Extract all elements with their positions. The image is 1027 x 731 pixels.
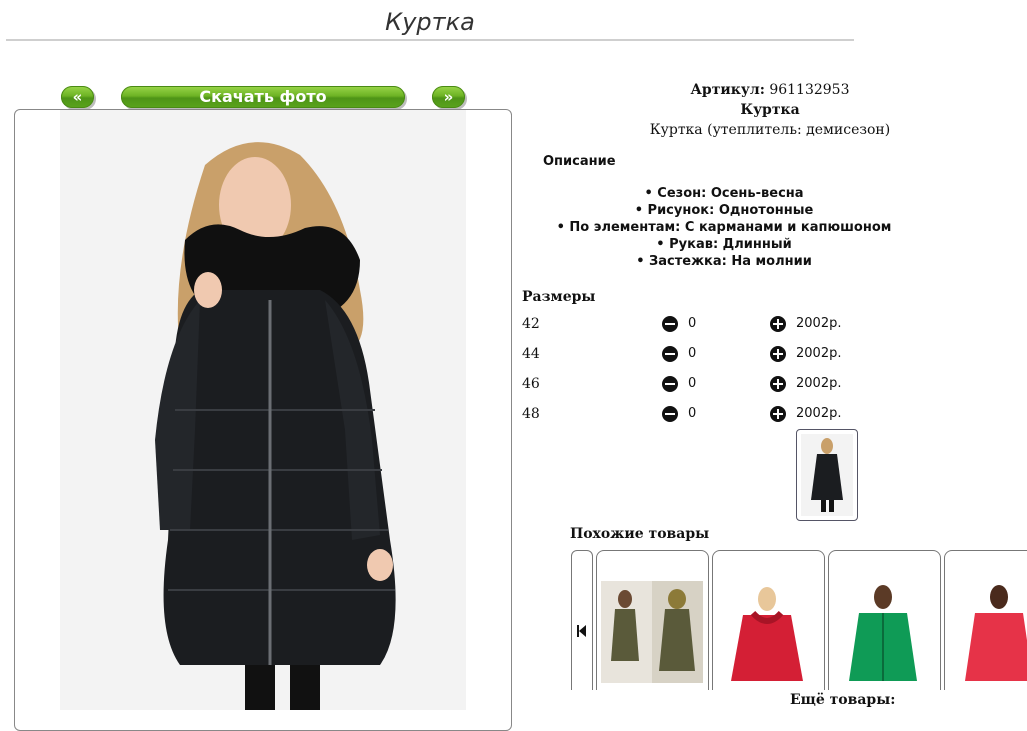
similar-products-carousel	[571, 550, 1027, 690]
feature-item: • Рукав: Длинный	[656, 237, 792, 252]
quantity-value: 0	[688, 316, 697, 331]
feature-item: • Сезон: Осень-весна	[644, 186, 804, 201]
article-line: Артикул: 961132953	[520, 82, 1020, 98]
size-value: 42	[522, 316, 540, 332]
size-value: 46	[522, 376, 540, 392]
article-label: Артикул:	[690, 82, 765, 98]
similar-products-heading: Похожие товары	[570, 526, 710, 542]
similar-product-card[interactable]	[712, 550, 825, 690]
sizes-heading: Размеры	[522, 289, 596, 305]
size-row: 46 0 2002р.	[522, 376, 922, 396]
thumbnail-black-coat-image	[801, 434, 853, 516]
feature-item: • Застежка: На молнии	[636, 254, 812, 269]
quantity-value: 0	[688, 346, 697, 361]
photo-thumbnail[interactable]	[796, 429, 858, 521]
quantity-value: 0	[688, 406, 697, 421]
model-in-black-coat-image	[60, 110, 466, 710]
size-value: 48	[522, 406, 540, 422]
product-short-description: Куртка (утеплитель: демисезон)	[649, 122, 891, 138]
minus-circle-icon[interactable]	[662, 316, 678, 332]
feature-item: • По элементам: С карманами и капюшоном	[556, 220, 892, 235]
more-goods-label: Ещё товары:	[790, 692, 896, 708]
feature-item: • Рисунок: Однотонные	[634, 203, 814, 218]
carousel-first-button[interactable]	[571, 550, 593, 690]
product-name: Куртка	[740, 102, 800, 118]
size-row: 42 0 2002р.	[522, 316, 922, 336]
next-photo-button[interactable]: »	[432, 86, 465, 108]
plus-circle-icon[interactable]	[770, 316, 786, 332]
page-title: Куртка	[385, 8, 475, 36]
price-value: 2002р.	[796, 346, 842, 361]
similar-product-card[interactable]	[944, 550, 1027, 690]
feature-list: • Сезон: Осень-весна • Рисунок: Однотонн…	[520, 185, 928, 270]
size-row: 48 0 2002р.	[522, 406, 922, 426]
coral-coat-image	[949, 581, 1027, 690]
minus-circle-icon[interactable]	[662, 406, 678, 422]
red-coat-image	[717, 581, 819, 690]
download-photo-button[interactable]: Скачать фото	[121, 86, 405, 108]
similar-product-card[interactable]	[596, 550, 709, 690]
price-value: 2002р.	[796, 376, 842, 391]
minus-circle-icon[interactable]	[662, 376, 678, 392]
price-value: 2002р.	[796, 406, 842, 421]
olive-coat-image	[601, 581, 703, 683]
prev-photo-button[interactable]: «	[61, 86, 94, 108]
size-row: 44 0 2002р.	[522, 346, 922, 366]
size-value: 44	[522, 346, 540, 362]
plus-circle-icon[interactable]	[770, 346, 786, 362]
title-divider	[6, 39, 854, 41]
minus-circle-icon[interactable]	[662, 346, 678, 362]
green-coat-image	[833, 581, 935, 690]
article-value: 961132953	[769, 82, 850, 98]
price-value: 2002р.	[796, 316, 842, 331]
description-heading: Описание	[543, 154, 616, 169]
plus-circle-icon[interactable]	[770, 406, 786, 422]
similar-product-card[interactable]	[828, 550, 941, 690]
main-product-photo[interactable]	[60, 110, 466, 710]
quantity-value: 0	[688, 376, 697, 391]
first-page-icon-triangle	[579, 625, 586, 637]
plus-circle-icon[interactable]	[770, 376, 786, 392]
